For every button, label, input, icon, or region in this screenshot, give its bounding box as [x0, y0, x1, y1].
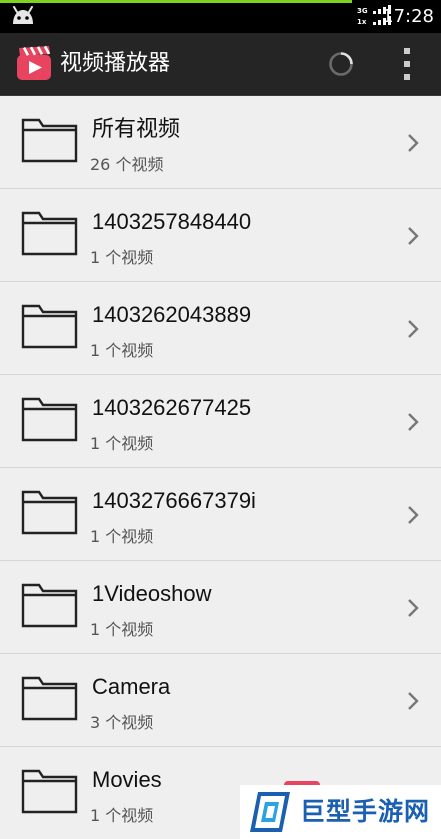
chevron-right-icon	[408, 506, 419, 524]
chevron-right-icon	[408, 320, 419, 338]
folder-row[interactable]: 1403262677425 1 个视频	[0, 375, 441, 468]
folder-row[interactable]: 1403262043889 1 个视频	[0, 282, 441, 375]
folder-count: 1 个视频	[90, 434, 154, 453]
loading-spinner-icon	[329, 52, 353, 76]
folder-count: 1 个视频	[90, 341, 154, 360]
network-type-bottom: 1x	[357, 18, 367, 26]
video-clapper-play-icon[interactable]	[16, 45, 52, 81]
folder-name: 1403257848440	[92, 209, 252, 234]
folder-count: 1 个视频	[90, 248, 154, 267]
status-progress-line	[0, 0, 352, 3]
folder-name: 1403262677425	[92, 395, 252, 420]
folder-icon	[21, 676, 78, 721]
folder-icon	[21, 583, 78, 628]
folder-row[interactable]: 1403276667379i 1 个视频	[0, 468, 441, 561]
folder-row[interactable]: Camera 3 个视频	[0, 654, 441, 747]
network-type-top: 3G	[357, 7, 368, 15]
status-time: 17:28	[382, 6, 434, 27]
chevron-right-icon	[408, 227, 419, 245]
folder-icon	[21, 397, 78, 442]
folder-count: 3 个视频	[90, 713, 154, 732]
folder-count: 1 个视频	[90, 527, 154, 546]
chevron-right-icon	[408, 599, 419, 617]
folder-list[interactable]: 所有视频 26 个视频 1403257848440 1 个视频 14032620…	[0, 96, 441, 839]
folder-name: 1403276667379i	[92, 488, 256, 513]
folder-name: Movies	[92, 767, 162, 792]
folder-icon	[21, 769, 78, 814]
action-bar: 视频播放器	[0, 33, 441, 95]
folder-name: Camera	[92, 674, 171, 699]
folder-icon	[21, 490, 78, 535]
folder-count: 1 个视频	[90, 620, 154, 639]
folder-row[interactable]: 所有视频 26 个视频	[0, 96, 441, 189]
folder-name: 1Videoshow	[92, 581, 212, 606]
app-title: 视频播放器	[60, 51, 171, 76]
watermark-text: 巨型手游网	[300, 797, 431, 826]
chevron-right-icon	[408, 134, 419, 152]
folder-name: 所有视频	[92, 116, 181, 141]
status-bar: 3G 1x 17:28	[0, 0, 441, 33]
folder-row[interactable]: 1Videoshow 1 个视频	[0, 561, 441, 654]
folder-icon	[21, 211, 78, 256]
folder-count: 26 个视频	[90, 155, 164, 174]
folder-icon	[21, 304, 78, 349]
android-notification-icon	[13, 6, 33, 24]
chevron-right-icon	[408, 692, 419, 710]
chevron-right-icon	[408, 413, 419, 431]
folder-count: 1 个视频	[90, 806, 154, 825]
watermark-logo-icon	[250, 792, 290, 832]
folder-name: 1403262043889	[92, 302, 252, 327]
folder-icon	[21, 118, 78, 163]
folder-row[interactable]: 1403257848440 1 个视频	[0, 189, 441, 282]
overflow-menu-icon[interactable]	[396, 48, 418, 80]
